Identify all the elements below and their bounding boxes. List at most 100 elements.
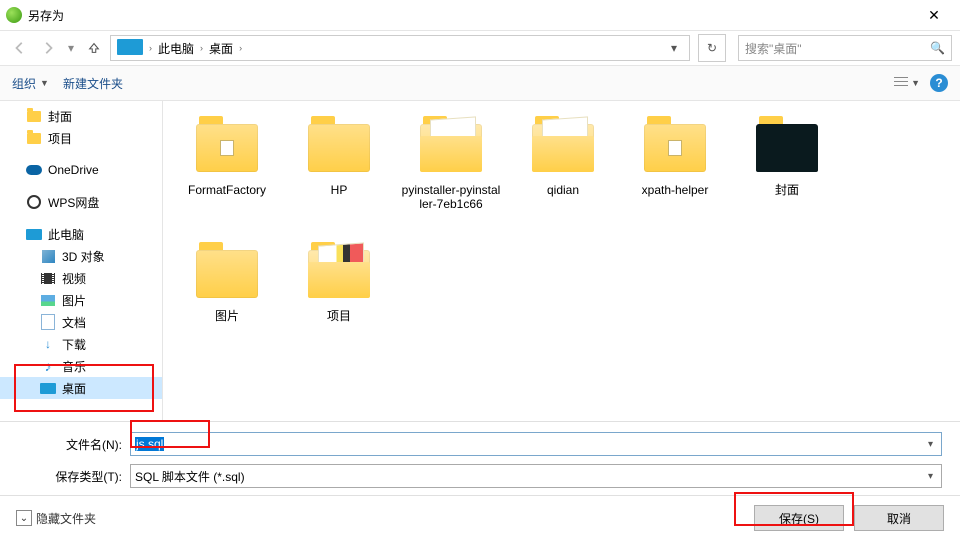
- history-dropdown-icon[interactable]: ▾: [68, 41, 74, 55]
- grid-item-label: qidian: [547, 183, 579, 197]
- sidebar-item-label: 下载: [62, 336, 86, 353]
- sidebar-item-label: 文档: [62, 314, 86, 331]
- filetype-label: 保存类型(T):: [18, 468, 130, 485]
- sidebar-item-label: 音乐: [62, 358, 86, 375]
- search-input[interactable]: 搜索"桌面" 🔍: [738, 35, 952, 61]
- filename-input[interactable]: js.sql ▾: [130, 432, 942, 456]
- sidebar-item-2[interactable]: OneDrive: [0, 159, 162, 181]
- folder-icon: [752, 117, 822, 179]
- grid-item-label: FormatFactory: [188, 183, 266, 197]
- sidebar-item-label: 视频: [62, 270, 86, 287]
- grid-item[interactable]: 图片: [171, 237, 283, 363]
- folder-icon: [192, 243, 262, 305]
- folder-icon: [192, 117, 262, 179]
- help-icon[interactable]: ?: [930, 74, 948, 92]
- grid-item[interactable]: qidian: [507, 111, 619, 237]
- sidebar-item-label: 图片: [62, 292, 86, 309]
- file-icon: [40, 314, 56, 330]
- nav-bar: ▾ › 此电脑 › 桌面 › ▾ ↻ 搜索"桌面" 🔍: [0, 31, 960, 66]
- chevron-down-icon: ⌄: [16, 510, 32, 526]
- crumb-dropdown-icon[interactable]: ▾: [663, 41, 685, 55]
- sidebar-item-0[interactable]: 封面: [0, 105, 162, 127]
- search-icon: 🔍: [930, 41, 945, 55]
- wps-icon: [26, 194, 42, 210]
- crumb-leaf[interactable]: 桌面: [207, 40, 235, 57]
- sidebar-item-label: 桌面: [62, 380, 86, 397]
- grid-item[interactable]: HP: [283, 111, 395, 237]
- crumb-root[interactable]: 此电脑: [156, 40, 196, 57]
- filetype-value: SQL 脚本文件 (*.sql): [135, 468, 924, 485]
- grid-item-label: pyinstaller-pyinstaller-7eb1c66: [401, 183, 501, 211]
- chevron-down-icon[interactable]: ▾: [924, 439, 937, 450]
- bottom-form: 文件名(N): js.sql ▾ 保存类型(T): SQL 脚本文件 (*.sq…: [0, 422, 960, 502]
- back-button[interactable]: [8, 36, 32, 60]
- folder-icon: [304, 117, 374, 179]
- chevron-right-icon: ›: [147, 43, 154, 53]
- music-icon: ♪: [40, 358, 56, 374]
- folder-icon: [528, 117, 598, 179]
- sidebar-item-6[interactable]: 视频: [0, 267, 162, 289]
- sidebar-item-label: 项目: [48, 130, 72, 147]
- refresh-button[interactable]: ↻: [698, 34, 726, 62]
- folder-icon: [26, 108, 42, 124]
- body: 封面项目OneDriveWPS网盘此电脑3D 对象视频图片文档↓下载♪音乐桌面 …: [0, 101, 960, 421]
- sidebar-item-3[interactable]: WPS网盘: [0, 191, 162, 213]
- sidebar-item-label: 3D 对象: [62, 248, 105, 265]
- sidebar-item-11[interactable]: 桌面: [0, 377, 162, 399]
- sidebar: 封面项目 OneDrive WPS网盘此电脑 3D 对象视频图片文档 ↓ 下载 ♪ 音乐桌面: [0, 101, 163, 421]
- sidebar-item-10[interactable]: ♪ 音乐: [0, 355, 162, 377]
- chevron-right-icon: ›: [198, 43, 205, 53]
- folder-icon: [640, 117, 710, 179]
- chevron-down-icon[interactable]: ▾: [924, 471, 937, 482]
- window-title: 另存为: [28, 7, 64, 24]
- sidebar-item-label: OneDrive: [48, 163, 99, 177]
- cancel-button[interactable]: 取消: [854, 505, 944, 531]
- sidebar-item-8[interactable]: 文档: [0, 311, 162, 333]
- close-button[interactable]: ✕: [914, 7, 954, 24]
- grid-item-label: 封面: [775, 183, 799, 197]
- grid-item[interactable]: 封面: [731, 111, 843, 237]
- filename-label: 文件名(N):: [18, 436, 130, 453]
- pc-icon: [26, 226, 42, 242]
- grid-item[interactable]: FormatFactory: [171, 111, 283, 237]
- folder-icon: [304, 243, 374, 305]
- file-grid: FormatFactory HP pyinstaller-pyinstaller-7…: [163, 101, 960, 421]
- monitor-icon: [117, 39, 143, 55]
- search-placeholder: 搜索"桌面": [745, 40, 802, 57]
- filename-value: js.sql: [135, 437, 164, 451]
- cube-icon: [40, 248, 56, 264]
- breadcrumb[interactable]: › 此电脑 › 桌面 › ▾: [110, 35, 690, 61]
- chevron-right-icon: ›: [237, 43, 244, 53]
- forward-button[interactable]: [36, 36, 60, 60]
- hide-folders-toggle[interactable]: ⌄ 隐藏文件夹: [16, 510, 96, 527]
- footer: ⌄ 隐藏文件夹 保存(S) 取消: [0, 495, 960, 540]
- grid-item-label: HP: [331, 183, 348, 197]
- view-options-button[interactable]: ▼: [894, 77, 920, 89]
- app-icon: [6, 7, 22, 23]
- sidebar-item-label: 此电脑: [48, 226, 84, 243]
- grid-item-label: 图片: [215, 309, 239, 323]
- titlebar: 另存为 ✕: [0, 0, 960, 31]
- grid-item[interactable]: 项目: [283, 237, 395, 363]
- video-icon: [40, 270, 56, 286]
- filetype-select[interactable]: SQL 脚本文件 (*.sql) ▾: [130, 464, 942, 488]
- save-button[interactable]: 保存(S): [754, 505, 844, 531]
- sidebar-item-4[interactable]: 此电脑: [0, 223, 162, 245]
- folder-icon: [26, 130, 42, 146]
- grid-item[interactable]: xpath-helper: [619, 111, 731, 237]
- download-icon: ↓: [40, 336, 56, 352]
- picture-icon: [40, 292, 56, 308]
- pc-icon: [40, 380, 56, 396]
- sidebar-item-5[interactable]: 3D 对象: [0, 245, 162, 267]
- sidebar-item-1[interactable]: 项目: [0, 127, 162, 149]
- sidebar-item-7[interactable]: 图片: [0, 289, 162, 311]
- organize-menu[interactable]: 组织▼: [12, 75, 49, 92]
- folder-icon: [416, 117, 486, 179]
- grid-item[interactable]: pyinstaller-pyinstaller-7eb1c66: [395, 111, 507, 237]
- new-folder-button[interactable]: 新建文件夹: [63, 75, 123, 92]
- grid-item-label: 项目: [327, 309, 351, 323]
- save-as-dialog: 另存为 ✕ ▾ › 此电脑 › 桌面 › ▾ ↻ 搜索"桌面" 🔍 组织▼: [0, 0, 960, 540]
- toolbar: 组织▼ 新建文件夹 ▼ ?: [0, 66, 960, 101]
- sidebar-item-9[interactable]: ↓ 下载: [0, 333, 162, 355]
- up-button[interactable]: [82, 36, 106, 60]
